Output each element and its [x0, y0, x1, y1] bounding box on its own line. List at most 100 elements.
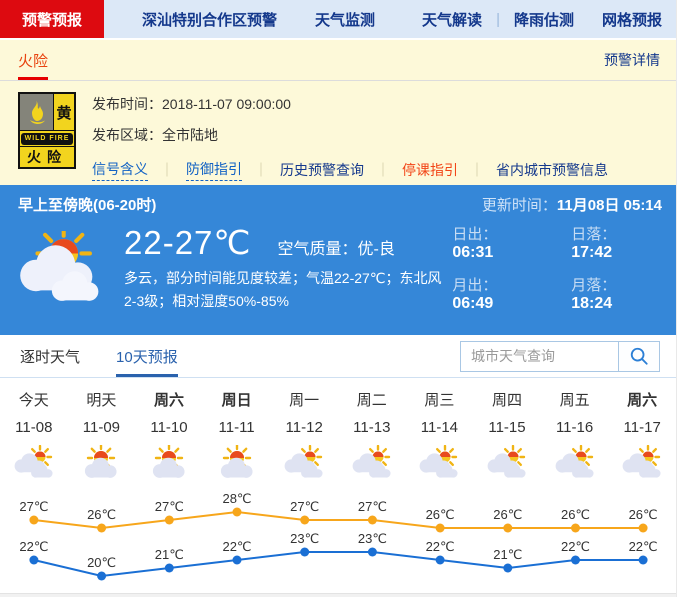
- publish-area-label: 发布区域：: [92, 127, 162, 143]
- sun-moon-times: 日出：06:31 日落：17:42 月出：06:49 月落：18:24: [452, 223, 662, 313]
- low-temp-label: 20℃: [87, 555, 116, 570]
- low-temp-line: [34, 552, 643, 576]
- high-temp-label: 26℃: [629, 507, 658, 522]
- cloudy-icon: [338, 441, 406, 485]
- signal-meaning-link[interactable]: 信号含义: [92, 159, 148, 181]
- low-temp-label: 23℃: [290, 531, 319, 546]
- wild-fire-band: WILD FIRE: [20, 131, 74, 146]
- day-label: 周一: [270, 389, 338, 413]
- high-temp-point: [436, 524, 445, 533]
- day-label: 周二: [338, 389, 406, 413]
- high-temp-point: [639, 524, 648, 533]
- nav-shenshan-zone-warning[interactable]: 深汕特别合作区预警: [142, 0, 277, 38]
- publish-time-row: 发布时间：2018-11-07 09:00:00: [92, 94, 608, 114]
- city-search-input[interactable]: [460, 341, 618, 372]
- low-temp-point: [29, 556, 38, 565]
- high-temp-point: [503, 524, 512, 533]
- nav-weather-interpretation[interactable]: 天气解读: [422, 9, 482, 30]
- day-label: 周三: [406, 389, 474, 413]
- nav-grid-forecast[interactable]: 网格预报: [602, 9, 662, 30]
- high-temp-point: [233, 508, 242, 517]
- defense-guide-link[interactable]: 防御指引: [186, 159, 242, 181]
- low-temp-label: 23℃: [358, 531, 387, 546]
- date-label: 11-13: [338, 413, 406, 441]
- date-label: 11-11: [203, 413, 271, 441]
- low-temp-point: [571, 556, 580, 565]
- date-label: 11-17: [608, 413, 676, 441]
- nav-separator: |: [496, 11, 500, 28]
- day-label: 今天: [0, 389, 68, 413]
- low-temp-label: 22℃: [561, 539, 590, 554]
- low-temp-label: 22℃: [629, 539, 658, 554]
- moonrise-time: 月出：06:49: [452, 274, 537, 313]
- current-weather-panel: 早上至傍晚(06-20时) 更新时间：11月08日 05:14 22-27℃ 空…: [0, 185, 676, 335]
- cloudy-icon: [541, 441, 609, 485]
- date-label: 11-16: [541, 413, 609, 441]
- warning-details-link[interactable]: 预警详情: [604, 50, 660, 70]
- tab-fire-risk[interactable]: 火险: [18, 40, 48, 80]
- low-temp-point: [97, 572, 106, 581]
- partly-cloudy-icon: [68, 441, 136, 485]
- current-weather-summary: 22-27℃ 空气质量：优-良 多云，部分时间能见度较差；气温22-27℃；东北…: [124, 223, 452, 313]
- high-temp-point: [97, 524, 106, 533]
- low-temp-label: 22℃: [426, 539, 455, 554]
- weather-description: 多云，部分时间能见度较差；气温22-27℃；东北风2-3级；相对湿度50%-85…: [124, 267, 452, 313]
- forecast-period-label: 早上至傍晚(06-20时): [18, 194, 156, 215]
- day-labels-row: 今天明天周六周日周一周二周三周四周五周六: [0, 389, 676, 413]
- nav-rainfall-estimate[interactable]: 降雨估测: [514, 9, 574, 30]
- low-temp-label: 22℃: [222, 539, 251, 554]
- high-temp-label: 27℃: [358, 499, 387, 514]
- tab-hourly-weather[interactable]: 逐时天气: [20, 335, 80, 377]
- low-temp-point: [503, 564, 512, 573]
- warning-links: 信号含义 ｜ 防御指引 ｜ 历史预警查询 ｜ 停课指引 ｜ 省内城市预警信息: [92, 159, 608, 181]
- fire-warning-icon: 黄 WILD FIRE 火险: [18, 92, 76, 169]
- date-label: 11-09: [68, 413, 136, 441]
- class-suspension-guide-link[interactable]: 停课指引: [402, 160, 458, 180]
- nav-weather-monitoring[interactable]: 天气监测: [315, 0, 375, 38]
- partly-cloudy-icon: [135, 441, 203, 485]
- top-nav: 预警预报 深汕特别合作区预警 天气监测 天气解读 | 降雨估测 网格预报: [0, 0, 676, 38]
- warning-level-badge: 黄: [54, 94, 74, 130]
- cloudy-icon: [608, 441, 676, 485]
- high-temp-label: 26℃: [493, 507, 522, 522]
- air-quality: 空气质量：优-良: [277, 235, 394, 259]
- sunrise-time: 日出：06:31: [452, 223, 537, 262]
- day-label: 周六: [135, 389, 203, 413]
- high-temp-point: [571, 524, 580, 533]
- province-city-warning-link[interactable]: 省内城市预警信息: [496, 160, 608, 180]
- history-warning-query-link[interactable]: 历史预警查询: [280, 160, 364, 180]
- weather-icons-row: [0, 441, 676, 485]
- high-temp-label: 27℃: [155, 499, 184, 514]
- fire-risk-label: 火险: [18, 50, 48, 71]
- update-time: 更新时间：11月08日 05:14: [482, 194, 662, 215]
- current-weather-body: 22-27℃ 空气质量：优-良 多云，部分时间能见度较差；气温22-27℃；东北…: [18, 223, 662, 313]
- day-label: 周五: [541, 389, 609, 413]
- high-temp-label: 26℃: [426, 507, 455, 522]
- day-label: 周四: [473, 389, 541, 413]
- high-temp-point: [165, 516, 174, 525]
- warning-info: 发布时间：2018-11-07 09:00:00 发布区域：全市陆地 信号含义 …: [92, 92, 608, 185]
- high-temp-label: 27℃: [19, 499, 48, 514]
- tab-ten-day-forecast[interactable]: 10天预报: [116, 335, 178, 377]
- alert-tab-bar: 火险 预警详情: [0, 38, 676, 81]
- tab-warning-forecast[interactable]: 预警预报: [0, 0, 104, 38]
- active-tab-underline: [18, 77, 48, 80]
- date-label: 11-12: [270, 413, 338, 441]
- date-label: 11-15: [473, 413, 541, 441]
- search-icon: [629, 346, 649, 366]
- ten-day-forecast: 今天明天周六周日周一周二周三周四周五周六 11-0811-0911-1011-1…: [0, 378, 676, 593]
- forecast-tabs-row: 逐时天气 10天预报: [0, 335, 676, 378]
- link-separator: ｜: [470, 160, 484, 180]
- flame-icon: [20, 94, 53, 130]
- publish-time-value: 2018-11-07 09:00:00: [162, 96, 291, 112]
- date-label: 11-10: [135, 413, 203, 441]
- top-nav-right: 天气解读 | 降雨估测 网格预报: [408, 0, 676, 38]
- high-temp-point: [300, 516, 309, 525]
- search-button[interactable]: [618, 341, 660, 372]
- high-temp-label: 27℃: [290, 499, 319, 514]
- publish-time-label: 发布时间：: [92, 96, 162, 112]
- cloudy-icon: [473, 441, 541, 485]
- low-temp-label: 21℃: [155, 547, 184, 562]
- low-temp-label: 22℃: [19, 539, 48, 554]
- high-temp-label: 26℃: [561, 507, 590, 522]
